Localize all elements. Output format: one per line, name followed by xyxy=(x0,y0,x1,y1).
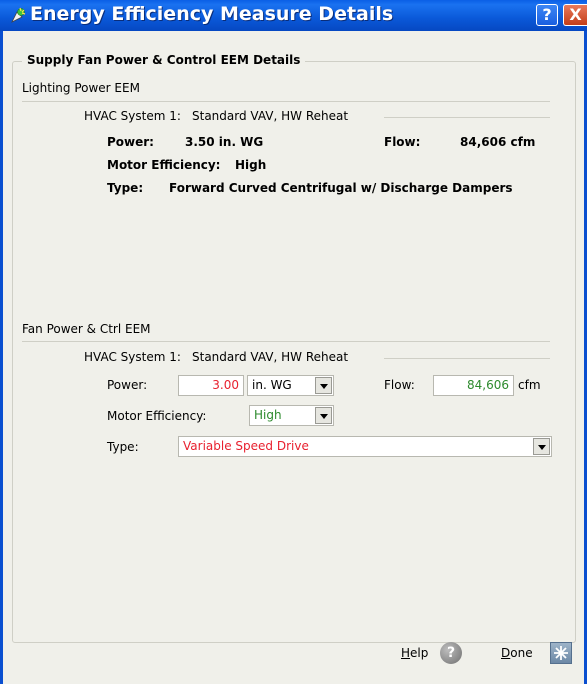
help-circle-icon[interactable]: ? xyxy=(440,642,462,664)
lighting-section-header: Lighting Power EEM xyxy=(22,81,140,95)
fan-motor-label: Motor Efficiency: xyxy=(107,409,207,423)
help-icon[interactable]: ? xyxy=(536,4,558,26)
lighting-system-value: Standard VAV, HW Reheat xyxy=(192,109,349,123)
fan-flow-input[interactable]: 84,606 xyxy=(433,375,514,396)
group-legend: Supply Fan Power & Control EEM Details xyxy=(22,53,306,67)
fan-power-label: Power: xyxy=(107,378,148,392)
lighting-flow-label: Flow: xyxy=(384,135,421,149)
fan-motor-select[interactable]: High xyxy=(249,405,334,426)
lighting-system-rule xyxy=(384,117,550,118)
lighting-type-value: Forward Curved Centrifugal w/ Discharge … xyxy=(169,181,513,195)
fan-system-rule xyxy=(384,358,550,359)
done-button[interactable]: Done xyxy=(501,646,533,660)
lighting-power-value: 3.50 in. WG xyxy=(185,135,264,149)
lighting-motor-value: High xyxy=(235,158,267,172)
dialog-content: Supply Fan Power & Control EEM Details L… xyxy=(3,31,584,684)
dropdown-arrow-icon[interactable] xyxy=(533,438,550,455)
dialog-window: Energy Efficiency Measure Details ? X Su… xyxy=(0,0,587,684)
fan-type-select[interactable]: Variable Speed Drive xyxy=(178,436,552,457)
fan-motor-value: High xyxy=(254,408,282,422)
lighting-power-label: Power: xyxy=(107,135,154,149)
window-app-icon xyxy=(11,7,26,23)
close-icon[interactable]: X xyxy=(563,4,587,26)
fan-power-unit-value: in. WG xyxy=(252,378,292,392)
fan-type-value: Variable Speed Drive xyxy=(183,439,309,453)
fan-power-input[interactable]: 3.00 xyxy=(178,375,244,396)
fan-divider xyxy=(22,341,550,342)
fan-type-label: Type: xyxy=(107,440,139,454)
lighting-motor-label: Motor Efficiency: xyxy=(107,158,221,172)
fan-section-header: Fan Power & Ctrl EEM xyxy=(22,322,151,336)
fan-system-value: Standard VAV, HW Reheat xyxy=(192,350,349,364)
fan-flow-unit: cfm xyxy=(518,378,541,392)
fan-system-label: HVAC System 1: xyxy=(84,350,181,364)
help-button[interactable]: Help xyxy=(401,646,428,660)
lighting-type-label: Type: xyxy=(107,181,144,195)
fan-power-unit-select[interactable]: in. WG xyxy=(247,375,334,396)
fan-flow-label: Flow: xyxy=(384,378,415,392)
dropdown-arrow-icon[interactable] xyxy=(315,407,332,424)
dropdown-arrow-icon[interactable] xyxy=(315,377,332,394)
done-icon[interactable] xyxy=(550,642,572,664)
window-title: Energy Efficiency Measure Details xyxy=(30,3,394,25)
lighting-system-label: HVAC System 1: xyxy=(84,109,181,123)
title-bar: Energy Efficiency Measure Details ? X xyxy=(0,0,587,31)
lighting-divider xyxy=(22,101,550,102)
lighting-flow-value: 84,606 cfm xyxy=(460,135,536,149)
